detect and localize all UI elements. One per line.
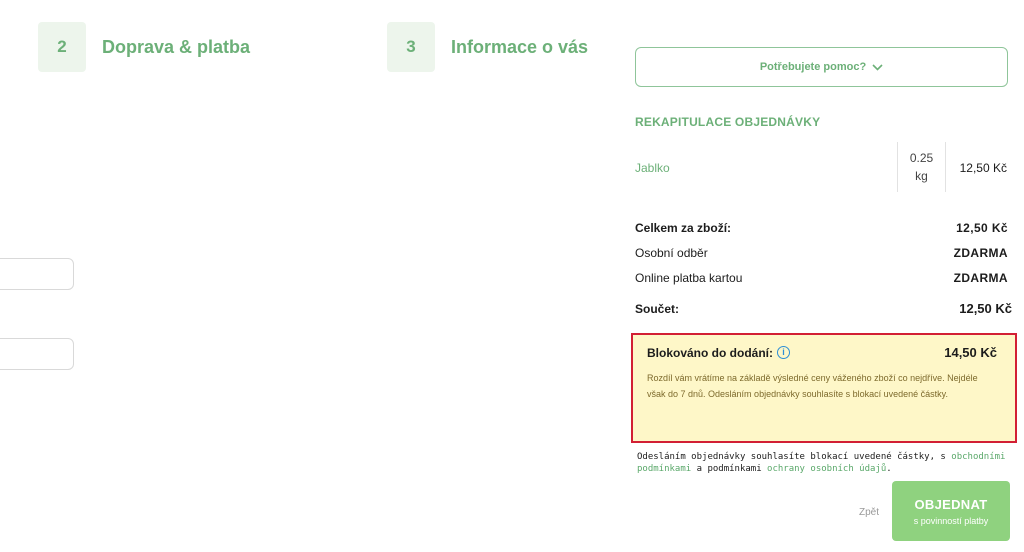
- payment-value: ZDARMA: [953, 271, 1008, 285]
- shipping-row: Osobní odběr ZDARMA: [635, 246, 1008, 260]
- shipping-label: Osobní odběr: [635, 246, 708, 260]
- cart-item-quantity: 0.25 kg: [897, 142, 946, 192]
- order-summary-title: REKAPITULACE OBJEDNÁVKY: [635, 115, 821, 129]
- cart-item-price: 12,50 Kč: [959, 161, 1007, 175]
- step-customer-info[interactable]: 3 Informace o vás: [387, 22, 588, 72]
- step-label: Doprava & platba: [102, 36, 251, 57]
- terms-prefix: Odesláním objednávky souhlasíte blokací …: [637, 452, 952, 462]
- quantity-value: 0.25: [909, 151, 934, 165]
- order-button-sublabel: s povinností platby: [913, 515, 989, 526]
- terms-middle: a podmínkami: [691, 464, 768, 474]
- step-number: 2: [38, 22, 86, 72]
- blocked-description: Rozdíl vám vrátíme na základě výsledné c…: [647, 373, 978, 399]
- terms-notice: Odesláním objednávky souhlasíte blokací …: [637, 451, 1022, 475]
- goods-total-label: Celkem za zboží:: [635, 221, 732, 235]
- step-number: 3: [387, 22, 435, 72]
- form-input[interactable]: [0, 338, 74, 370]
- sum-value: 12,50 Kč: [959, 301, 1012, 316]
- privacy-link[interactable]: ochrany osobních údajů: [767, 464, 886, 474]
- step-shipping-payment[interactable]: 2 Doprava & platba: [38, 22, 250, 72]
- step-label: Informace o vás: [451, 36, 589, 57]
- payment-row: Online platba kartou ZDARMA: [635, 271, 1008, 285]
- goods-total-value: 12,50 Kč: [956, 221, 1008, 235]
- form-input[interactable]: [0, 258, 74, 290]
- order-button-label: OBJEDNAT: [914, 496, 988, 512]
- quantity-unit: kg: [915, 169, 928, 183]
- shipping-value: ZDARMA: [953, 246, 1008, 260]
- payment-label: Online platba kartou: [635, 271, 743, 285]
- blocked-amount-notice: Blokováno do dodání: i 14,50 Kč Rozdíl v…: [631, 333, 1017, 443]
- sum-row: Součet: 12,50 Kč: [635, 301, 1012, 317]
- order-button[interactable]: OBJEDNAT s povinností platby: [892, 481, 1010, 541]
- sum-label: Součet:: [635, 302, 680, 316]
- terms-suffix: .: [886, 464, 892, 474]
- chevron-down-icon: [872, 63, 883, 71]
- blocked-amount: 14,50 Kč: [944, 345, 997, 360]
- blocked-title: Blokováno do dodání: i: [647, 346, 790, 360]
- back-link[interactable]: Zpět: [859, 507, 879, 518]
- goods-total-row: Celkem za zboží: 12,50 Kč: [635, 221, 1008, 235]
- blocked-title-text: Blokováno do dodání:: [647, 345, 773, 360]
- help-button[interactable]: Potřebujete pomoc?: [635, 47, 1008, 87]
- help-button-label: Potřebujete pomoc?: [759, 61, 867, 73]
- info-icon[interactable]: i: [777, 346, 790, 359]
- cart-item-name[interactable]: Jablko: [635, 161, 670, 175]
